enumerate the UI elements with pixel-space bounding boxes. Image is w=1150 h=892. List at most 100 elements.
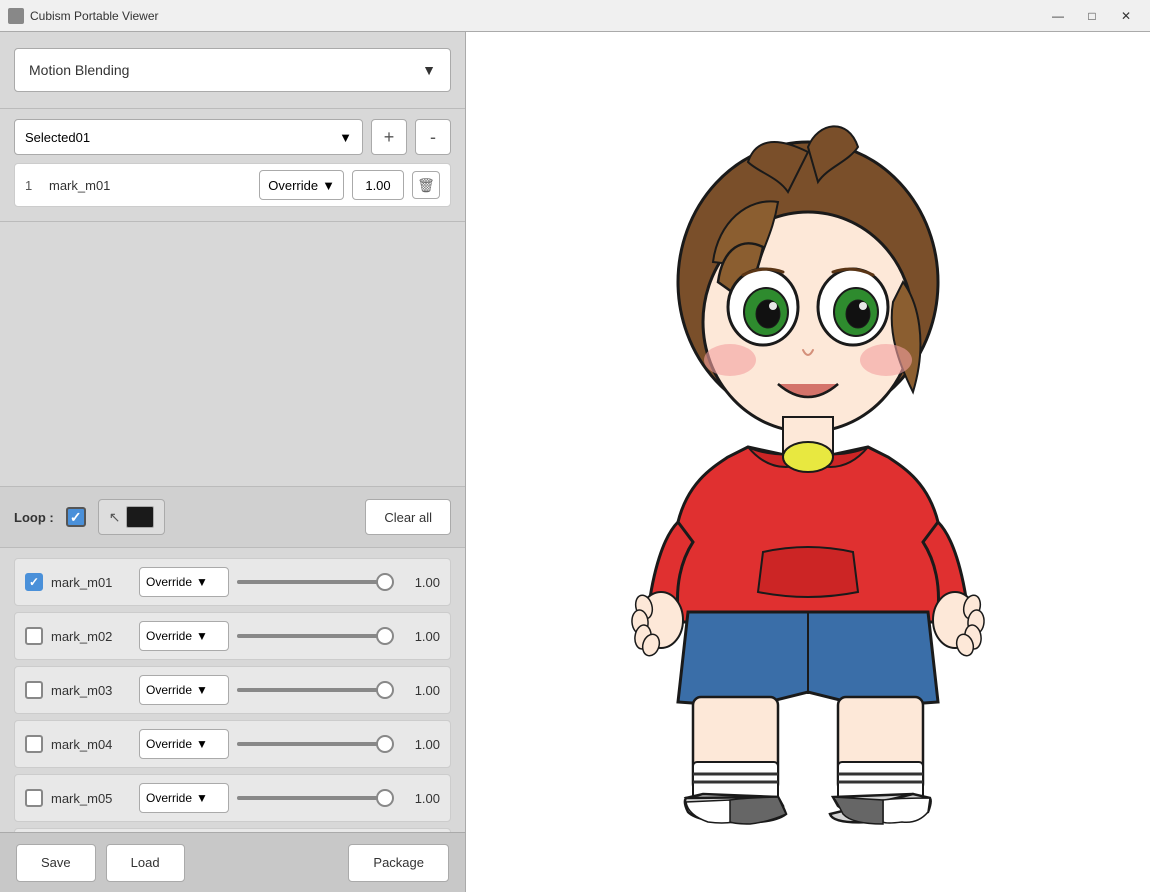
clear-all-button[interactable]: Clear all: [365, 499, 451, 535]
save-button[interactable]: Save: [16, 844, 96, 882]
motion-entry-name: mark_m01: [49, 178, 251, 193]
slider-fill-2: [237, 688, 392, 692]
maximize-button[interactable]: □: [1076, 5, 1108, 27]
mode-chevron-icon-0: ▼: [196, 575, 208, 589]
add-track-button[interactable]: +: [371, 119, 407, 155]
slider-fill-1: [237, 634, 392, 638]
slider-fill-4: [237, 796, 392, 800]
motion-item-mode-label-1: Override: [146, 629, 192, 643]
slider-track-4: [237, 796, 392, 800]
motion-item-mode-dropdown-2[interactable]: Override ▼: [139, 675, 229, 705]
motion-item-slider-1[interactable]: [237, 634, 392, 638]
list-item: mark_m02 Override ▼ 1.00: [14, 612, 451, 660]
motion-entry-delete-button[interactable]: 🗑: [412, 171, 440, 199]
motion-blending-dropdown[interactable]: Motion Blending ▼: [14, 48, 451, 92]
track-name-dropdown[interactable]: Selected01 ▼: [14, 119, 363, 155]
motion-item-checkbox-0[interactable]: ✓: [25, 573, 43, 591]
motion-item-weight-3: 1.00: [400, 737, 440, 752]
slider-track-0: [237, 580, 392, 584]
motion-item-slider-4[interactable]: [237, 796, 392, 800]
slider-fill-0: [237, 580, 392, 584]
motion-item-slider-0[interactable]: [237, 580, 392, 584]
checkbox-check-icon: ✓: [29, 575, 39, 589]
motion-blending-label: Motion Blending: [29, 62, 129, 78]
slider-thumb-2[interactable]: [376, 681, 394, 699]
motion-item-checkbox-1[interactable]: [25, 627, 43, 645]
chevron-down-icon: ▼: [422, 62, 436, 78]
mode-chevron-icon-2: ▼: [196, 683, 208, 697]
motion-item-name-1: mark_m02: [51, 629, 131, 644]
cubism-icon: [8, 8, 24, 24]
motion-item-checkbox-2[interactable]: [25, 681, 43, 699]
empty-track-space: [0, 222, 465, 486]
titlebar-left: Cubism Portable Viewer: [8, 8, 159, 24]
package-button[interactable]: Package: [348, 844, 449, 882]
motion-item-checkbox-3[interactable]: [25, 735, 43, 753]
titlebar-controls: — □ ✕: [1042, 5, 1142, 27]
titlebar: Cubism Portable Viewer — □ ✕: [0, 0, 1150, 32]
list-item: ✓ mark_m01 Override ▼ 1.00: [14, 558, 451, 606]
motion-item-weight-0: 1.00: [400, 575, 440, 590]
motion-item-weight-4: 1.00: [400, 791, 440, 806]
motion-item-mode-dropdown-0[interactable]: Override ▼: [139, 567, 229, 597]
remove-track-button[interactable]: -: [415, 119, 451, 155]
motion-item-mode-label-4: Override: [146, 791, 192, 805]
loop-checkbox-check: ✓: [70, 509, 82, 526]
motion-item-checkbox-4[interactable]: [25, 789, 43, 807]
track-chevron-icon: ▼: [339, 130, 352, 145]
motion-item-name-4: mark_m05: [51, 791, 131, 806]
list-item: mark_m04 Override ▼ 1.00: [14, 720, 451, 768]
motion-item-slider-2[interactable]: [237, 688, 392, 692]
close-button[interactable]: ✕: [1110, 5, 1142, 27]
slider-track-2: [237, 688, 392, 692]
slider-thumb-4[interactable]: [376, 789, 394, 807]
slider-track-1: [237, 634, 392, 638]
slider-fill-3: [237, 742, 392, 746]
bottom-bar: Save Load Package: [0, 832, 465, 892]
motion-entry-weight[interactable]: [352, 170, 404, 200]
motion-entry-mode-label: Override: [268, 178, 318, 193]
motion-item-mode-label-3: Override: [146, 737, 192, 751]
slider-thumb-3[interactable]: [376, 735, 394, 753]
window-title: Cubism Portable Viewer: [30, 9, 159, 23]
slider-thumb-1[interactable]: [376, 627, 394, 645]
loop-label: Loop :: [14, 510, 54, 525]
right-panel: [466, 32, 1150, 892]
motion-list: ✓ mark_m01 Override ▼ 1.00 mark_: [0, 548, 465, 832]
panel-header: Motion Blending ▼: [0, 32, 465, 109]
motion-entry-mode-chevron: ▼: [322, 178, 335, 193]
slider-track-3: [237, 742, 392, 746]
motion-item-mode-label-0: Override: [146, 575, 192, 589]
controls-row: Loop : ✓ ↖ Clear all: [0, 486, 465, 548]
motion-item-mode-label-2: Override: [146, 683, 192, 697]
motion-entry-row: 1 mark_m01 Override ▼ 🗑: [14, 163, 451, 207]
motion-entry-mode-dropdown[interactable]: Override ▼: [259, 170, 344, 200]
left-panel: Motion Blending ▼ Selected01 ▼ + - 1 mar…: [0, 32, 466, 892]
loop-checkbox[interactable]: ✓: [66, 507, 86, 527]
motion-item-weight-1: 1.00: [400, 629, 440, 644]
character-canvas: [558, 82, 1058, 842]
mode-chevron-icon-3: ▼: [196, 737, 208, 751]
motion-item-slider-3[interactable]: [237, 742, 392, 746]
motion-item-weight-2: 1.00: [400, 683, 440, 698]
mode-chevron-icon-1: ▼: [196, 629, 208, 643]
slider-thumb-0[interactable]: [376, 573, 394, 591]
motion-item-name-0: mark_m01: [51, 575, 131, 590]
mode-chevron-icon-4: ▼: [196, 791, 208, 805]
motion-item-name-2: mark_m03: [51, 683, 131, 698]
list-item: mark_m05 Override ▼ 1.00: [14, 774, 451, 822]
load-button[interactable]: Load: [106, 844, 185, 882]
list-item: mark_m03 Override ▼ 1.00: [14, 666, 451, 714]
track-name-label: Selected01: [25, 130, 90, 145]
color-swatch: [126, 506, 154, 528]
motion-item-mode-dropdown-3[interactable]: Override ▼: [139, 729, 229, 759]
track-area: Selected01 ▼ + - 1 mark_m01 Override ▼ 🗑: [0, 109, 465, 222]
motion-index: 1: [25, 178, 41, 193]
main-layout: Motion Blending ▼ Selected01 ▼ + - 1 mar…: [0, 32, 1150, 892]
motion-item-mode-dropdown-4[interactable]: Override ▼: [139, 783, 229, 813]
track-header: Selected01 ▼ + -: [14, 119, 451, 155]
color-picker-button[interactable]: ↖: [98, 499, 166, 535]
motion-item-name-3: mark_m04: [51, 737, 131, 752]
minimize-button[interactable]: —: [1042, 5, 1074, 27]
motion-item-mode-dropdown-1[interactable]: Override ▼: [139, 621, 229, 651]
